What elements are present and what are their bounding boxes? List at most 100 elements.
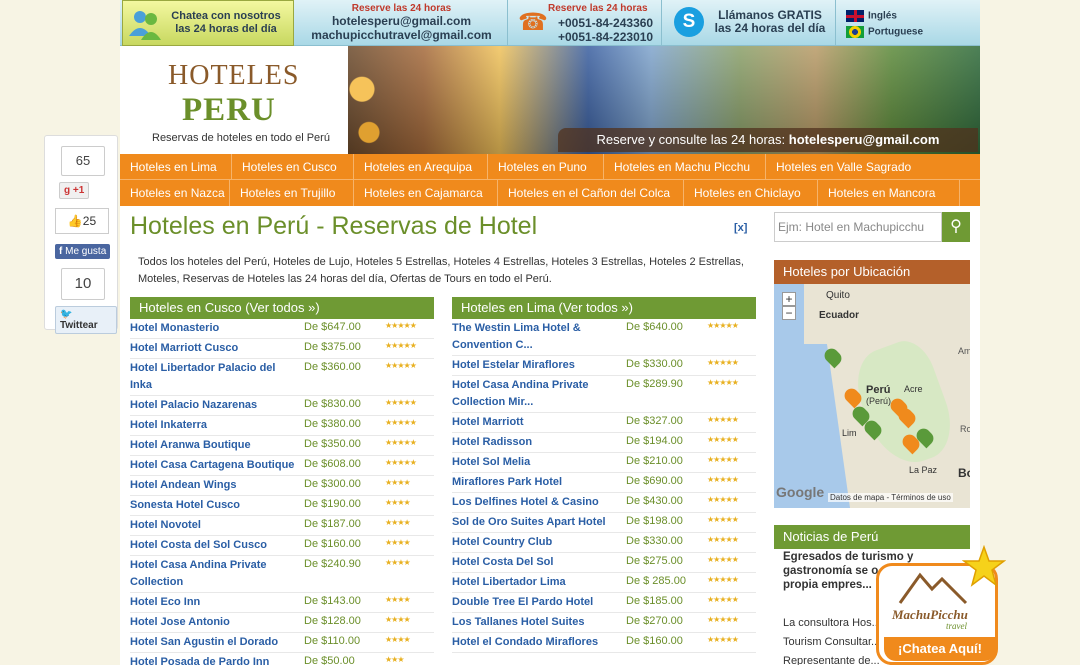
skype-line2: las 24 horas del día [714, 21, 826, 35]
hotel-price: De $275.00 [626, 555, 683, 567]
lang-portuguese[interactable]: Portuguese [846, 26, 923, 38]
hotel-name[interactable]: Hotel Costa del Sol Cusco [130, 536, 300, 555]
hotel-row: Hotel el Condado Miraflores De $160.00 ★★★… [452, 633, 756, 653]
location-map[interactable]: + − Quito Ecuador Perú (Perú) Acre Lim L… [774, 284, 970, 508]
hotel-name[interactable]: Double Tree El Pardo Hotel [452, 593, 622, 612]
contact-bar: Chatea con nosotros las 24 horas del día … [120, 0, 980, 46]
hotel-name[interactable]: The Westin Lima Hotel & Convention C... [452, 319, 622, 355]
hotel-name[interactable]: Hotel San Agustin el Dorado [130, 633, 300, 652]
hotel-name[interactable]: Hotel Eco Inn [130, 593, 300, 612]
nav-arequipa[interactable]: Hoteles en Arequipa [354, 154, 488, 180]
close-button[interactable]: [x] [734, 222, 747, 234]
star-rating-icon: ★★★★ [385, 595, 411, 604]
map-label-peru: Perú [866, 384, 891, 396]
logo-line1: HOTELES [168, 60, 300, 91]
cusco-header[interactable]: Hoteles en Cusco (Ver todos ») [130, 297, 434, 319]
hotel-name[interactable]: Los Tallanes Hotel Suites [452, 613, 622, 632]
hotel-name[interactable]: Hotel Sol Melia [452, 453, 622, 472]
nav-chiclayo[interactable]: Hoteles en Chiclayo [684, 180, 818, 206]
nav-cusco[interactable]: Hoteles en Cusco [232, 154, 354, 180]
hotel-name[interactable]: Hotel Country Club [452, 533, 622, 552]
hotel-name[interactable]: Hotel el Condado Miraflores [452, 633, 622, 652]
hotel-name[interactable]: Hotel Libertador Lima [452, 573, 622, 592]
chat-cta[interactable]: ¡Chatea Aquí! [884, 637, 996, 661]
hotel-name[interactable]: Hotel Marriott Cusco [130, 339, 300, 358]
hotel-name[interactable]: Hotel Inkaterra [130, 416, 300, 435]
hotel-row: Hotel Libertador Palacio del Inka De $360… [130, 359, 434, 396]
skype-box[interactable]: S Llámanos GRATIS las 24 horas del día [664, 0, 836, 46]
nav-machu-picchu[interactable]: Hoteles en Machu Picchu [604, 154, 766, 180]
hotel-price: De $830.00 [304, 398, 361, 410]
hotel-name[interactable]: Sonesta Hotel Cusco [130, 496, 300, 515]
chat-line2: las 24 horas del día [175, 23, 277, 35]
hotel-price: De $330.00 [626, 535, 683, 547]
hotel-name[interactable]: Los Delfines Hotel & Casino [452, 493, 622, 512]
hotel-row: Hotel Novotel De $187.00 ★★★★ [130, 516, 434, 536]
hotel-row: Hotel Andean Wings De $300.00 ★★★★ [130, 476, 434, 496]
hotel-name[interactable]: Hotel Casa Andina Private Collection Mir… [452, 376, 622, 412]
site-logo[interactable]: HOTELES PERU Reservas de hoteles en todo… [120, 46, 348, 154]
hotel-row: Hotel Costa Del Sol De $275.00 ★★★★★ [452, 553, 756, 573]
hotel-name[interactable]: Hotel Libertador Palacio del Inka [130, 359, 300, 395]
hotel-row: Miraflores Park Hotel De $690.00 ★★★★★ [452, 473, 756, 493]
hotel-name[interactable]: Sol de Oro Suites Apart Hotel [452, 513, 622, 532]
hotel-name[interactable]: Hotel Marriott [452, 413, 622, 432]
nav-nazca[interactable]: Hoteles en Nazca [120, 180, 230, 206]
hotel-name[interactable]: Hotel Costa Del Sol [452, 553, 622, 572]
star-rating-icon: ★★★★★ [707, 615, 739, 624]
chat-widget[interactable]: MachuPicchu travel ¡Chatea Aquí! [876, 545, 1006, 665]
fb-like-button[interactable]: f Me gusta [55, 244, 111, 259]
map-label-peru2: (Perú) [866, 396, 892, 406]
hotel-name[interactable]: Hotel Palacio Nazarenas [130, 396, 300, 415]
zoom-in-button[interactable]: + [782, 292, 796, 306]
chat-box[interactable]: Chatea con nosotros las 24 horas del día [122, 0, 294, 46]
fb-count: 25 [82, 214, 97, 228]
nav-trujillo[interactable]: Hoteles en Trujillo [230, 180, 354, 206]
star-rating-icon: ★★★★ [385, 538, 411, 547]
hotel-name[interactable]: Hotel Novotel [130, 516, 300, 535]
hotel-name[interactable]: Hotel Monasterio [130, 319, 300, 338]
hotel-name[interactable]: Hotel Casa Andina Private Collection [130, 556, 300, 592]
hotel-name[interactable]: Hotel Andean Wings [130, 476, 300, 495]
thumbs-up-icon: 👍 [67, 214, 83, 228]
lima-header[interactable]: Hoteles en Lima (Ver todos ») [452, 297, 756, 319]
intro-text: Todos los hoteles del Perú, Hoteles de L… [138, 256, 744, 285]
email-link-2[interactable]: machupicchutravel@gmail.com [296, 28, 507, 42]
hotel-name[interactable]: Hotel Aranwa Boutique [130, 436, 300, 455]
hotel-name[interactable]: Hotel Estelar Miraflores [452, 356, 622, 375]
reserve-email[interactable]: hotelesperu@gmail.com [789, 132, 940, 147]
nav-colca[interactable]: Hoteles en el Cañon del Colca [498, 180, 684, 206]
nav-lima[interactable]: Hoteles en Lima [120, 154, 232, 180]
star-rating-icon: ★★★★★ [385, 341, 417, 350]
hotel-row: Hotel Marriott De $327.00 ★★★★★ [452, 413, 756, 433]
star-rating-icon: ★★★★★ [385, 438, 417, 447]
hotel-name[interactable]: Hotel Posada de Pardo Inn [130, 653, 300, 665]
map-label-ecuador: Ecuador [819, 310, 860, 321]
star-rating-icon: ★★★★ [385, 498, 411, 507]
search-input[interactable]: Ejm: Hotel en Machupicchu [774, 212, 942, 242]
nav-valle-sagrado[interactable]: Hoteles en Valle Sagrado [766, 154, 980, 180]
hotel-name[interactable]: Miraflores Park Hotel [452, 473, 622, 492]
hotel-price: De $160.00 [626, 635, 683, 647]
logo-line2: PERU [182, 92, 276, 128]
site-header: HOTELES PERU Reservas de hoteles en todo… [120, 46, 980, 154]
hotel-price: De $50.00 [304, 655, 355, 665]
nav-mancora[interactable]: Hoteles en Mancora [818, 180, 960, 206]
hotel-name[interactable]: Hotel Jose Antonio [130, 613, 300, 632]
nav-cajamarca[interactable]: Hoteles en Cajamarca [354, 180, 498, 206]
search-button[interactable]: ⚲ [942, 212, 970, 242]
hotel-row: Sol de Oro Suites Apart Hotel De $198.00 ★… [452, 513, 756, 533]
nav-puno[interactable]: Hoteles en Puno [488, 154, 604, 180]
star-rating-icon: ★★★★★ [707, 555, 739, 564]
hotel-row: Hotel Casa Cartagena Boutique De $608.00 ★… [130, 456, 434, 476]
lang-english[interactable]: Inglés [846, 10, 897, 22]
hotel-name[interactable]: Hotel Casa Cartagena Boutique [130, 456, 300, 475]
hotel-name[interactable]: Hotel Radisson [452, 433, 622, 452]
hotel-price: De $ 285.00 [626, 575, 686, 587]
gplus-button[interactable]: g +1 [59, 182, 90, 199]
map-footer[interactable]: Datos de mapa - Términos de uso [828, 493, 953, 502]
tweet-button[interactable]: 🐦 Twittear [55, 306, 117, 334]
language-box: Inglés Portuguese [838, 0, 980, 46]
zoom-out-button[interactable]: − [782, 306, 796, 320]
email-link-1[interactable]: hotelesperu@gmail.com [296, 14, 507, 28]
